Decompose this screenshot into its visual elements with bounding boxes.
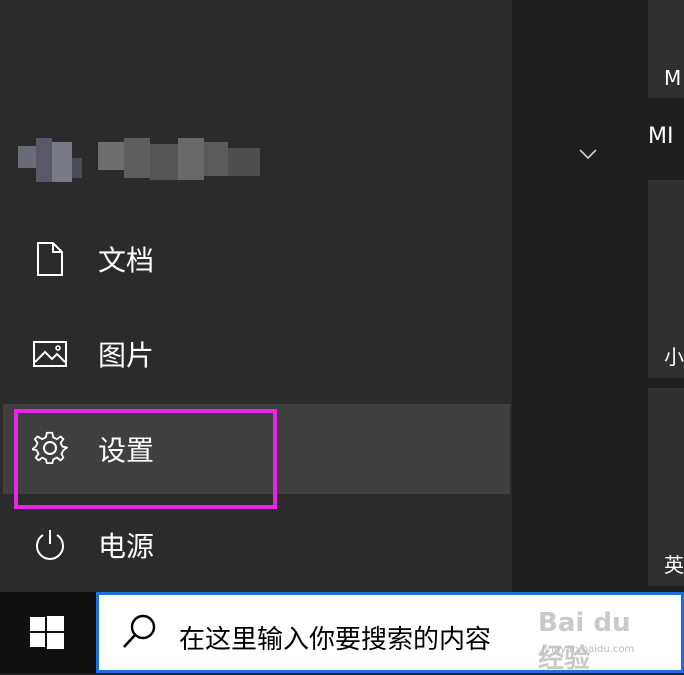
start-button[interactable] [0, 592, 96, 673]
power-icon [32, 527, 68, 563]
pictures-icon [32, 336, 68, 372]
chevron-down-icon[interactable] [578, 146, 598, 162]
tile-label: 英 [664, 553, 684, 577]
user-account-button[interactable] [18, 128, 278, 184]
tile-label: 小 [664, 345, 684, 369]
start-item-label: 文档 [98, 244, 155, 277]
tile-label: M [664, 66, 682, 90]
watermark-url: jingyan.baidu.com [542, 644, 635, 655]
start-item-label: 图片 [98, 339, 155, 372]
tiles-area [512, 0, 648, 592]
start-item-pictures[interactable]: 图片 [0, 309, 512, 399]
tile-m[interactable]: M [648, 0, 684, 98]
gear-icon [31, 431, 68, 467]
user-name-blurred [98, 138, 260, 180]
tile-ying[interactable]: 英 [648, 388, 684, 586]
start-item-settings[interactable]: 设置 [3, 404, 510, 494]
start-item-power[interactable]: 电源 [0, 500, 512, 590]
baidu-jingyan-watermark: Bai du 经验 jingyan.baidu.com [520, 604, 660, 674]
search-placeholder: 在这里输入你要搜索的内容 [179, 625, 492, 655]
watermark-brand: Bai du 经验 [538, 608, 631, 674]
windows-logo-icon [30, 616, 64, 654]
start-item-documents[interactable]: 文档 [0, 214, 512, 304]
document-icon [32, 241, 68, 277]
tile-group-label: MI [648, 124, 674, 149]
search-icon [121, 613, 159, 651]
avatar [18, 138, 82, 182]
start-item-label: 设置 [98, 434, 155, 467]
start-item-label: 电源 [98, 530, 155, 563]
tile-xiao[interactable]: 小 [648, 180, 684, 378]
